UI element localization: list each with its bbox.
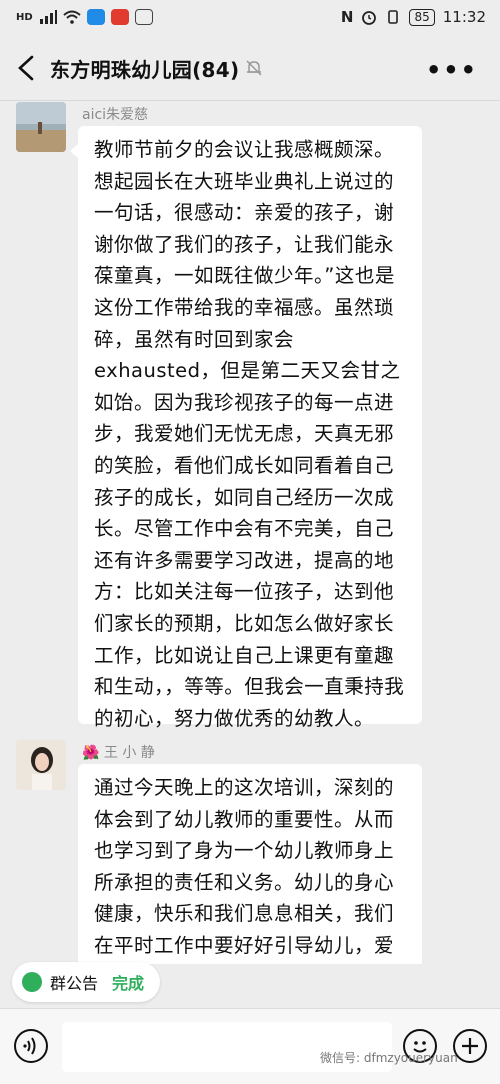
alarm-icon — [362, 11, 377, 25]
sender-name: 🌺 王 小 静 — [82, 745, 155, 761]
chat-title: 东方明珠幼儿园(84) — [50, 58, 240, 82]
signal-icon — [39, 10, 57, 24]
beach-photo — [16, 102, 66, 152]
done-button[interactable]: 完成 — [112, 970, 144, 994]
app-notification-icon — [86, 9, 105, 25]
watermark: 微信号: dfmzyoueryuan — [320, 1051, 458, 1065]
chat-header: 东方明珠幼儿园(84) ••• — [0, 36, 500, 101]
avatar[interactable] — [16, 102, 66, 152]
message-text: 通过今天晚上的这次培训，深刻的体会到了幼儿教师的重要性。从而也学习到了身为一个幼… — [94, 776, 395, 957]
input-bar: 微信号: dfmzyoueryuan — [0, 1008, 500, 1084]
avatar[interactable] — [16, 740, 66, 790]
nfc-icon: N — [340, 8, 354, 26]
notice-label: 群公告 — [50, 974, 99, 993]
back-arrow-icon[interactable] — [14, 54, 40, 82]
voice-input-icon[interactable] — [14, 1029, 48, 1063]
group-notice-chip[interactable]: 群公告 完成 — [12, 962, 160, 1002]
vibrate-icon — [388, 10, 399, 24]
flower-icon: 🌺 — [82, 745, 100, 761]
sender-name: aici朱爱慈 — [82, 107, 149, 123]
message-bubble[interactable]: 通过今天晚上的这次培训，深刻的体会到了幼儿教师的重要性。从而也学习到了身为一个幼… — [78, 764, 422, 964]
portrait-photo — [16, 740, 66, 790]
battery-indicator: 85 — [409, 8, 435, 26]
message-text: 教师节前夕的会议让我感概颇深。想起园长在大班毕业典礼上说过的一句话，很感动：亲爱… — [94, 138, 405, 730]
status-bar: HD N 85 11:32 — [0, 0, 500, 36]
app-notification-icon — [134, 9, 153, 25]
more-options-button[interactable]: ••• — [426, 56, 478, 84]
plus-icon[interactable] — [453, 1029, 487, 1063]
clock: 11:32 — [442, 8, 486, 26]
network-type: HD — [16, 11, 33, 23]
wifi-icon — [63, 10, 81, 24]
announcement-icon — [22, 972, 42, 992]
message-bubble[interactable]: 教师节前夕的会议让我感概颇深。想起园长在大班毕业典礼上说过的一句话，很感动：亲爱… — [70, 126, 422, 730]
mute-bell-icon — [246, 60, 262, 76]
app-notification-icon — [110, 9, 129, 25]
